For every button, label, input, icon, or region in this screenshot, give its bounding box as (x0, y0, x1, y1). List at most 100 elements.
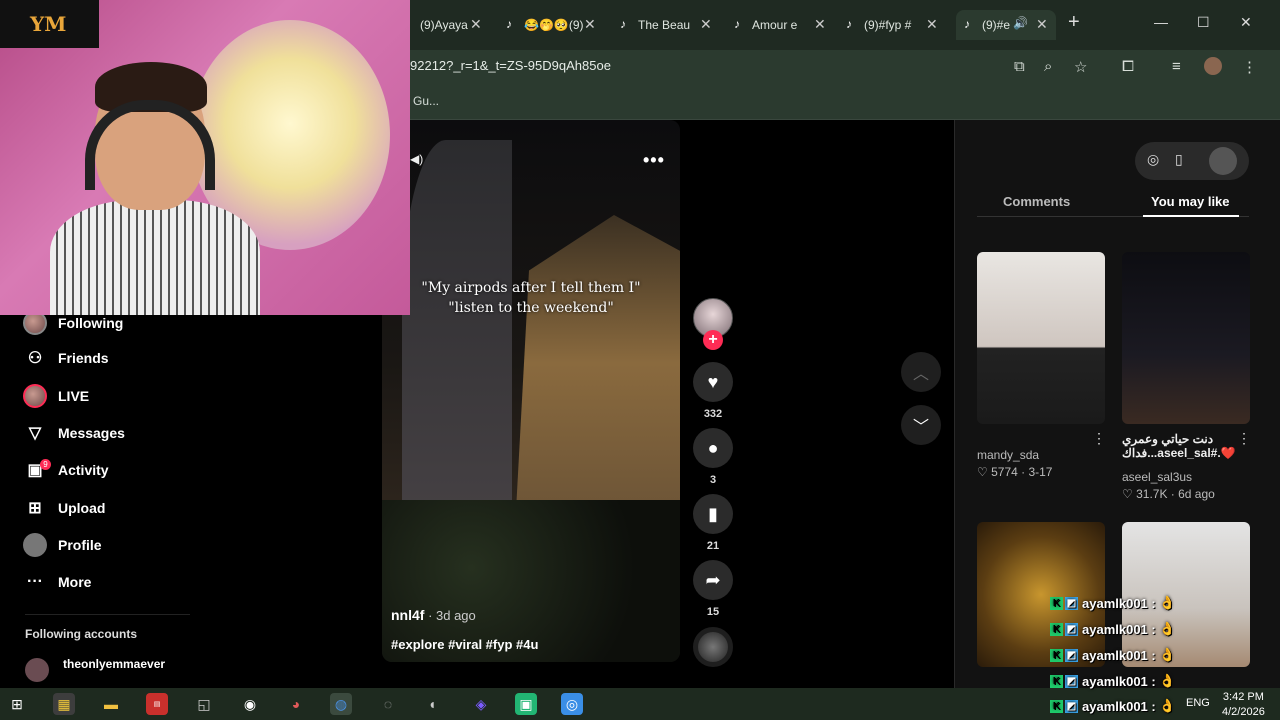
sidebar-item-profile[interactable]: Profile (22, 532, 102, 558)
card-user[interactable]: aseel_sal3us (1122, 470, 1192, 484)
tab-close-icon[interactable]: ✕ (700, 16, 712, 33)
chevron-down-icon: ﹀ (912, 419, 929, 436)
app-icon[interactable]: ◕ (285, 693, 307, 715)
browser-tab-strip: (9)Ayaya ✕ 😂🤭🥺(9) ✕ The Beau ✕ Amour e ✕… (410, 0, 1280, 50)
browser-tab[interactable]: The Beau (620, 10, 730, 40)
like-count: 332 (703, 408, 723, 420)
windows-start-icon[interactable]: ⊞ (6, 693, 28, 715)
friends-icon: ⚇ (27, 350, 43, 367)
like-button[interactable]: ♥ 332 (693, 362, 733, 420)
card-menu-icon[interactable]: ⋮ (1237, 430, 1251, 447)
sidebar-divider (25, 614, 190, 615)
app-icon[interactable]: ◖ (421, 693, 443, 715)
webcam-person-shirt (50, 200, 260, 315)
browser-tab[interactable]: 😂🤭🥺(9) (506, 10, 616, 40)
sidebar-item-label: LIVE (58, 388, 90, 404)
sidebar-item-label: Messages (58, 425, 125, 441)
live-icon (22, 383, 48, 409)
card-stats: ♡ 31.7K · 6d ago (1122, 487, 1215, 501)
chrome-icon[interactable]: ◍ (330, 693, 352, 715)
video-hashtags[interactable]: #explore #viral #fyp #4u (391, 637, 538, 652)
card-title[interactable]: دنت حياتي وعمري ❤️.#aseel_sal...فداك (1122, 432, 1250, 460)
comment-count: 3 (709, 474, 717, 486)
active-tab-indicator (1143, 215, 1239, 217)
browser-tab[interactable]: Amour e (734, 10, 844, 40)
maximize-icon[interactable]: ☐ (1197, 14, 1210, 31)
comment-button[interactable]: ● 3 (693, 428, 733, 486)
sidebar-item-activity[interactable]: ▣ Activity (22, 457, 108, 483)
caption-line: "My airpods after I tell them I" (421, 280, 641, 296)
following-account-name[interactable]: theonlyemmaever (63, 657, 165, 671)
menu-kebab-icon[interactable]: ⋮ (1242, 58, 1257, 76)
tab-close-icon[interactable]: ✕ (1036, 16, 1048, 33)
sidebar-item-live[interactable]: LIVE (22, 383, 89, 409)
browser-tab[interactable]: (9)Ayaya (414, 10, 494, 40)
tab-close-icon[interactable]: ✕ (470, 16, 482, 33)
sidebar-item-label: Following (58, 315, 124, 331)
chat-user: ayamlk001 : (1082, 647, 1156, 663)
tab-close-icon[interactable]: ✕ (814, 16, 826, 33)
discord-icon[interactable]: ◈ (470, 693, 492, 715)
video-more-icon[interactable]: ••• (643, 150, 665, 171)
voicemeeter-icon[interactable]: ▤ (146, 693, 168, 715)
save-button[interactable]: ▮ 21 (693, 494, 733, 552)
sidebar-item-friends[interactable]: ⚇ Friends (22, 345, 109, 371)
tab-close-icon[interactable]: ✕ (584, 16, 596, 33)
compass-icon[interactable]: ◎ (1147, 151, 1159, 168)
zoom-icon[interactable]: ⌕ (1044, 58, 1052, 75)
device-icon[interactable]: ▯ (1175, 151, 1183, 168)
share-button[interactable]: ➦ 15 (693, 560, 733, 618)
sidebar-item-upload[interactable]: ⊞ Upload (22, 495, 105, 521)
tiktok-icon (846, 17, 858, 31)
card-menu-icon[interactable]: ⋮ (1092, 430, 1106, 447)
follow-plus-icon[interactable]: + (703, 330, 723, 350)
bookmark-star-icon[interactable]: ☆ (1074, 58, 1087, 76)
app-icon[interactable]: ◎ (561, 693, 583, 715)
card-user[interactable]: mandy_sda (977, 448, 1039, 462)
badge-icon: K (1050, 596, 1063, 610)
avatar[interactable] (25, 658, 49, 682)
chat-line: K ◩ ayamlk001 : 👌 (1050, 698, 1176, 714)
language-indicator[interactable]: ENG (1186, 697, 1210, 709)
app-icon[interactable]: ◌ (377, 693, 399, 715)
sidebar-item-messages[interactable]: ▽ Messages (22, 420, 125, 446)
chat-message: 👌 (1159, 595, 1176, 610)
app-icon[interactable]: ◱ (193, 693, 215, 715)
card-stats: ♡ 5774 · 3-17 (977, 465, 1053, 479)
sidebar-item-more[interactable]: ··· More (22, 569, 91, 595)
volume-icon[interactable]: ◀) (410, 152, 423, 166)
tab-you-may-like[interactable]: You may like (1151, 194, 1230, 209)
chat-message: 👌 (1159, 698, 1176, 713)
install-app-icon[interactable]: ⧉ (1014, 58, 1025, 75)
profile-avatar-icon[interactable] (1204, 57, 1222, 75)
media-control-icon[interactable]: ≡ (1172, 58, 1181, 75)
minimize-icon[interactable]: — (1154, 14, 1168, 30)
video-author[interactable]: nnl4f (391, 607, 424, 623)
video-player[interactable]: "My airpods after I tell them I" "listen… (382, 120, 680, 662)
previous-video-button[interactable]: ︿ (901, 352, 941, 392)
next-video-button[interactable]: ﹀ (901, 405, 941, 445)
video-frame-building (402, 140, 512, 560)
share-icon: ➦ (693, 560, 733, 600)
music-disc[interactable] (693, 627, 733, 667)
file-explorer-icon[interactable]: ▬ (100, 693, 122, 715)
obs-icon[interactable]: ◉ (239, 693, 261, 715)
video-thumbnail[interactable] (1122, 252, 1250, 424)
browser-tab[interactable]: (9)#fyp # (846, 10, 956, 40)
avatar[interactable] (1209, 147, 1237, 175)
new-tab-button[interactable]: + (1068, 11, 1080, 34)
speaker-icon[interactable]: 🔊 (1013, 16, 1028, 30)
url-text[interactable]: 92212?_r=1&_t=ZS-95D9qAh85oe (410, 58, 611, 73)
extensions-icon[interactable]: ⧠ (1122, 58, 1134, 75)
clock[interactable]: 3:42 PM 4/2/2026 (1222, 690, 1265, 720)
chat-line: K ◩ ayamlk001 : 👌 (1050, 673, 1176, 689)
tab-close-icon[interactable]: ✕ (926, 16, 938, 33)
close-window-icon[interactable]: ✕ (1240, 14, 1252, 31)
app-icon[interactable]: ▣ (515, 693, 537, 715)
video-thumbnail[interactable] (977, 252, 1105, 424)
badge-icon: ◩ (1065, 648, 1078, 662)
tab-comments[interactable]: Comments (1003, 194, 1070, 209)
store-icon[interactable]: ▦ (53, 693, 75, 715)
chat-user: ayamlk001 : (1082, 621, 1156, 637)
bookmark-item[interactable]: Gu... (413, 94, 439, 108)
